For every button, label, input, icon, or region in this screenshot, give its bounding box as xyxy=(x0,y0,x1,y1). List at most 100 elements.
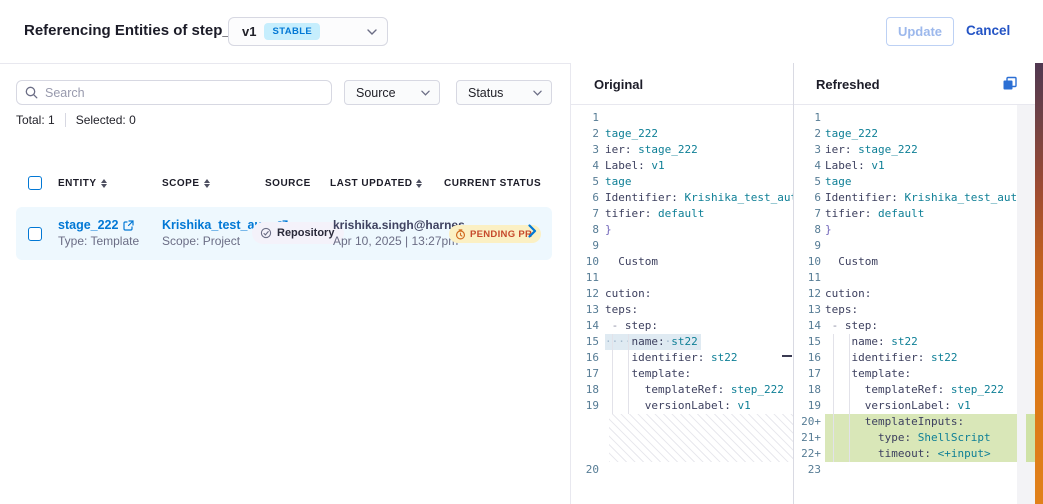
col-source: SOURCE xyxy=(265,178,311,189)
source-badge-label: Repository xyxy=(277,227,334,239)
diff-header: Original Refreshed xyxy=(571,63,1035,105)
indent-guide xyxy=(849,334,850,462)
original-panel-title: Original xyxy=(594,77,643,92)
line-number: 4 xyxy=(794,158,825,174)
line-number: 19 xyxy=(571,398,605,414)
line-number: 11 xyxy=(571,270,605,286)
version-select[interactable]: v1 STABLE xyxy=(228,17,388,46)
line-number: 1 xyxy=(794,110,825,126)
code-line: 6Identifier: Krishika_test_aut xyxy=(794,190,1017,206)
entity-type: Type: Template xyxy=(58,234,139,248)
code-line: 3ier: stage_222 xyxy=(794,142,1017,158)
code-line: 7tifier: default xyxy=(571,206,793,222)
cancel-button[interactable]: Cancel xyxy=(966,23,1010,38)
source-badge: Repository xyxy=(252,222,344,244)
code-line: 11 xyxy=(794,270,1017,286)
source-filter-label: Source xyxy=(356,86,396,100)
line-number: 8 xyxy=(794,222,825,238)
code-line: 1 xyxy=(794,110,1017,126)
sort-icon[interactable] xyxy=(204,179,210,188)
page-title: Referencing Entities of step_222 xyxy=(24,22,256,39)
code-line: 8} xyxy=(794,222,1017,238)
line-number: 13 xyxy=(794,302,825,318)
stable-badge: STABLE xyxy=(264,23,320,40)
code-line: 19 versionLabel: v1 xyxy=(794,398,1017,414)
line-number: 17 xyxy=(794,366,825,382)
copy-icon[interactable] xyxy=(1002,76,1018,92)
code-line: 11 xyxy=(571,270,793,286)
col-last-updated: LAST UPDATED xyxy=(330,178,412,189)
line-number: 10 xyxy=(794,254,825,270)
counts-bar: Total: 1 Selected: 0 xyxy=(16,113,136,127)
search-icon xyxy=(25,86,38,99)
sort-icon[interactable] xyxy=(416,179,422,188)
code-line: 2tage_222 xyxy=(571,126,793,142)
entity-cell: stage_222 Type: Template xyxy=(58,218,139,248)
selected-count: Selected: 0 xyxy=(76,113,136,127)
table-row[interactable]: stage_222 Type: Template Krishika_test_a… xyxy=(16,207,552,260)
code-line: 14 - step: xyxy=(794,318,1017,334)
line-number: 14 xyxy=(571,318,605,334)
code-line: 14 - step: xyxy=(571,318,793,334)
line-number: 5 xyxy=(571,174,605,190)
source-filter-dropdown[interactable]: Source xyxy=(344,80,440,105)
code-line: 18 templateRef: step_222 xyxy=(794,382,1017,398)
line-number: 11 xyxy=(794,270,825,286)
line-number: 16 xyxy=(571,350,605,366)
col-scope: SCOPE xyxy=(162,178,200,189)
line-number: 4 xyxy=(571,158,605,174)
code-line: 18 templateRef: step_222 xyxy=(571,382,793,398)
code-line: 7tifier: default xyxy=(794,206,1017,222)
update-button[interactable]: Update xyxy=(886,17,954,46)
code-line: 5tage xyxy=(571,174,793,190)
line-number: 7 xyxy=(794,206,825,222)
indent-guide xyxy=(612,334,613,414)
background-page-edge xyxy=(1035,63,1043,504)
status-filter-label: Status xyxy=(468,86,503,100)
code-line: 12cution: xyxy=(794,286,1017,302)
overview-ruler[interactable] xyxy=(1017,105,1035,504)
line-number: 14 xyxy=(794,318,825,334)
col-current-status: CURRENT STATUS xyxy=(444,178,541,189)
sort-icon[interactable] xyxy=(101,179,107,188)
line-number: 15 xyxy=(794,334,825,350)
code-line: 6Identifier: Krishika_test_aut xyxy=(571,190,793,206)
line-number: 3 xyxy=(794,142,825,158)
code-line: 4Label: v1 xyxy=(794,158,1017,174)
search-box[interactable] xyxy=(16,80,332,105)
col-entity: ENTITY xyxy=(58,178,97,189)
line-number: 6 xyxy=(794,190,825,206)
code-line: 9 xyxy=(794,238,1017,254)
search-input[interactable] xyxy=(45,86,323,100)
select-all-checkbox[interactable] xyxy=(28,176,42,190)
line-number: 7 xyxy=(571,206,605,222)
external-link-icon[interactable] xyxy=(123,220,134,231)
line-number: 8 xyxy=(571,222,605,238)
line-number: 15 xyxy=(571,334,605,350)
line-number: 13 xyxy=(571,302,605,318)
refreshed-code-panel[interactable]: 12tage_2223ier: stage_2224Label: v15tage… xyxy=(794,105,1035,504)
yaml-diff-view: Original Refreshed 12tage_2223ier: stage… xyxy=(571,63,1035,504)
code-line: 15····name:·st22 xyxy=(571,334,793,350)
status-badge-label: PENDING PR xyxy=(470,229,532,240)
chevron-down-icon xyxy=(533,90,542,96)
line-number: 10 xyxy=(571,254,605,270)
row-checkbox[interactable] xyxy=(28,227,42,241)
line-number: 19 xyxy=(794,398,825,414)
line-number: 23 xyxy=(794,462,825,478)
line-number: 20 xyxy=(571,462,605,478)
line-number: 9 xyxy=(571,238,605,254)
line-number: 5 xyxy=(794,174,825,190)
original-code-panel[interactable]: 12tage_2223ier: stage_2224Label: v15tage… xyxy=(571,105,793,504)
chevron-right-icon[interactable] xyxy=(528,224,537,238)
code-line: 5tage xyxy=(794,174,1017,190)
code-line: 20+ templateInputs: xyxy=(794,414,1017,430)
code-line: 23 xyxy=(794,462,1017,478)
status-filter-dropdown[interactable]: Status xyxy=(456,80,552,105)
code-line: 17 template: xyxy=(794,366,1017,382)
line-number: 2 xyxy=(794,126,825,142)
code-line: 8} xyxy=(571,222,793,238)
chevron-down-icon xyxy=(421,90,430,96)
entity-link[interactable]: stage_222 xyxy=(58,218,118,232)
code-line: 3ier: stage_222 xyxy=(571,142,793,158)
